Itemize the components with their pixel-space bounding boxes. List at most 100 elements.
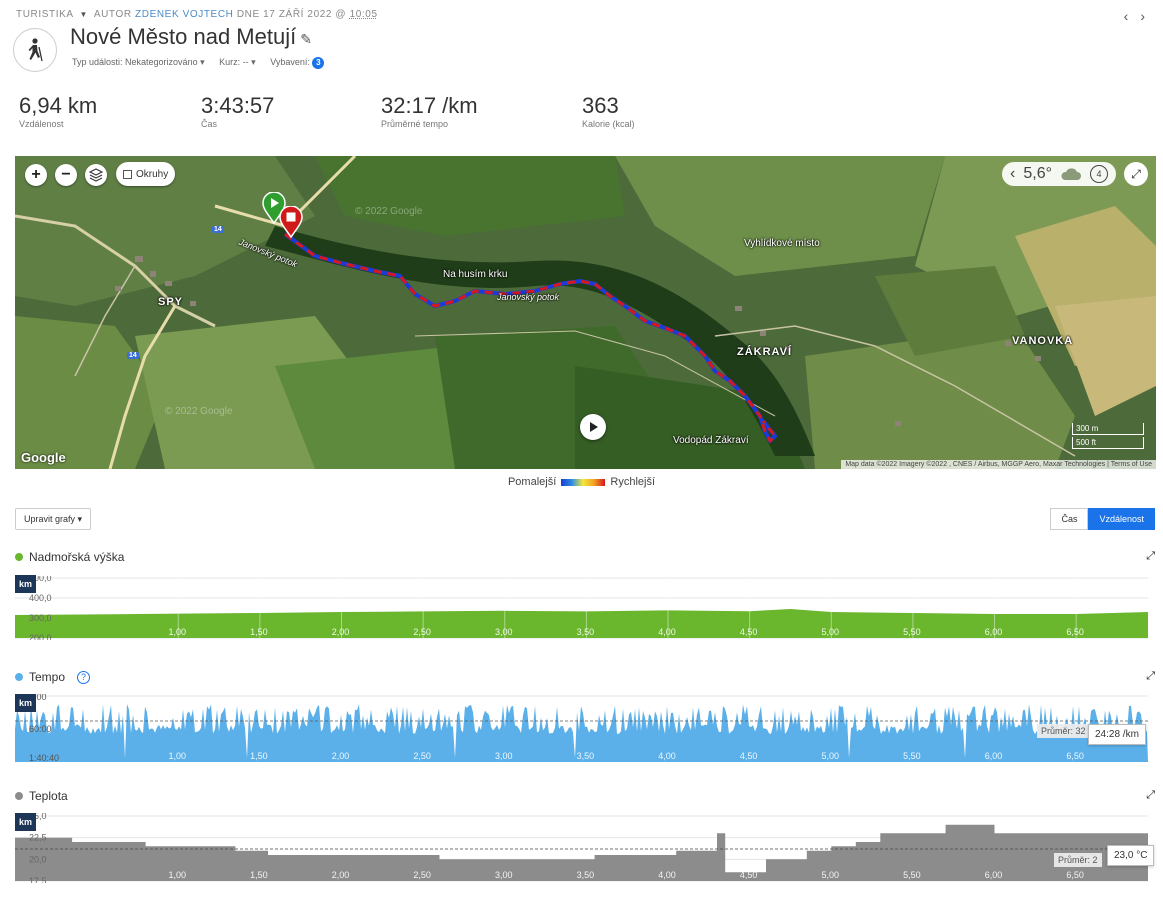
weather-chevron-icon[interactable]: ‹ bbox=[1010, 165, 1015, 183]
finish-marker-icon[interactable] bbox=[279, 206, 303, 238]
x-tick-label: 6,50 bbox=[1066, 627, 1084, 637]
axis-distance-button[interactable]: Vzdálenost bbox=[1088, 508, 1155, 530]
x-tick-label: 3,00 bbox=[495, 751, 513, 761]
x-tick-label: 1,50 bbox=[250, 870, 268, 880]
axis-toggle: Čas Vzdálenost bbox=[1050, 508, 1155, 530]
average-label: Průměr: 32 bbox=[1037, 724, 1090, 738]
elevation-chart: Nadmořská výška ⤢ 1,00 1,50 2,00 2,50 3,00 3,… bbox=[15, 548, 1155, 640]
x-tick-label: 5,50 bbox=[903, 751, 921, 761]
x-tick-label: 3,00 bbox=[495, 627, 513, 637]
elevation-plot[interactable]: 1,00 1,50 2,00 2,50 3,00 3,50 4,00 4,50 5,00 5,50… bbox=[15, 576, 1148, 640]
author-link[interactable]: ZDENEK VOJTECH bbox=[135, 9, 233, 20]
y-tick-label: 300,0 bbox=[29, 613, 52, 623]
x-tick-label: 1,50 bbox=[250, 751, 268, 761]
laps-label: Okruhy bbox=[136, 168, 169, 180]
stat-label: Kalorie (kcal) bbox=[582, 119, 635, 129]
map-label-spy: SPY bbox=[158, 296, 184, 308]
x-tick-label: 1,00 bbox=[168, 627, 186, 637]
chart-tooltip: 24:28 /km bbox=[1088, 724, 1146, 745]
author-prefix: AUTOR bbox=[93, 9, 132, 20]
map-fullscreen-button[interactable]: ⤢ bbox=[1124, 162, 1148, 186]
y-tick-label: 400,0 bbox=[29, 593, 52, 603]
map-watermark: © 2022 Google bbox=[355, 206, 423, 217]
help-icon[interactable]: ? bbox=[77, 670, 91, 684]
gear-link[interactable]: Vybavení: 3 bbox=[270, 57, 325, 69]
x-tick-label: 6,00 bbox=[985, 627, 1003, 637]
gear-count-badge: 3 bbox=[312, 57, 325, 69]
google-logo: Google bbox=[21, 450, 66, 465]
edit-charts-button[interactable]: Upravit grafy ▾ bbox=[15, 508, 92, 530]
edit-pencil-icon[interactable]: ✎ bbox=[300, 31, 312, 47]
stat-value: 32:17 /km bbox=[381, 93, 478, 118]
activity-title[interactable]: Nové Město nad Metují ✎ bbox=[70, 24, 312, 50]
legend-dot bbox=[15, 553, 23, 561]
activity-page: TURISTIKA ▼ AUTOR ZDENEK VOJTECH DNE 17 … bbox=[0, 0, 1163, 900]
x-tick-label: 3,00 bbox=[495, 870, 513, 880]
y-tick-label: 60:00 bbox=[29, 724, 52, 734]
x-tick-label: 2,00 bbox=[332, 751, 350, 761]
zoom-out-button[interactable]: − bbox=[55, 164, 77, 186]
pace-plot[interactable]: 1,00 1,50 2,00 2,50 3,00 3,50 4,00 4,50 5,00 5,50… bbox=[15, 694, 1148, 764]
cloud-icon bbox=[1061, 168, 1081, 180]
x-tick-label: 1,00 bbox=[168, 751, 186, 761]
road-sign: 14 bbox=[212, 226, 224, 233]
laps-toggle[interactable]: Okruhy bbox=[116, 162, 176, 186]
x-tick-label: 6,00 bbox=[985, 870, 1003, 880]
x-tick-label: 4,50 bbox=[740, 870, 758, 880]
pace-chart: Tempo ? ⤢ 1,00 1,50 2,00 2,50 3,00 3,50 4,00 4,… bbox=[15, 668, 1155, 768]
zoom-in-button[interactable]: + bbox=[25, 164, 47, 186]
x-tick-label: 6,00 bbox=[985, 751, 1003, 761]
x-tick-label: 3,50 bbox=[577, 751, 595, 761]
map-label-stream: Janovský potok bbox=[497, 292, 560, 302]
x-tick-label: 2,50 bbox=[413, 627, 431, 637]
laps-checkbox[interactable] bbox=[123, 169, 132, 179]
x-tick-label: 2,50 bbox=[413, 870, 431, 880]
x-tick-label: 6,50 bbox=[1066, 751, 1084, 761]
x-tick-label: 4,00 bbox=[658, 627, 676, 637]
map-attribution[interactable]: Map data ©2022 Imagery ©2022 , CNES / Ai… bbox=[841, 460, 1156, 469]
x-tick-label: 5,00 bbox=[822, 751, 840, 761]
x-tick-label: 5,00 bbox=[822, 627, 840, 637]
weather-widget[interactable]: ‹ 5,6° 4 bbox=[1002, 162, 1116, 186]
stat-label: Vzdálenost bbox=[19, 119, 64, 129]
x-tick-label: 5,00 bbox=[822, 870, 840, 880]
expand-chart-icon[interactable]: ⤢ bbox=[1146, 670, 1155, 683]
x-tick-label: 1,50 bbox=[250, 627, 268, 637]
next-activity-icon[interactable]: › bbox=[1140, 8, 1145, 24]
x-tick-label: 3,50 bbox=[577, 627, 595, 637]
chart-header: Nadmořská výška ⤢ bbox=[15, 548, 1155, 566]
temperature-plot[interactable]: 1,00 1,50 2,00 2,50 3,00 3,50 4,00 4,50 5,00 5,50… bbox=[15, 813, 1148, 883]
x-unit-tag: km bbox=[15, 575, 36, 593]
road-sign: 14 bbox=[127, 352, 139, 359]
gear-label: Vybavení: bbox=[270, 57, 310, 67]
x-tick-label: 4,00 bbox=[658, 870, 676, 880]
event-type-dropdown[interactable]: Typ události: Nekategorizováno ▾ bbox=[72, 57, 205, 67]
prev-activity-icon[interactable]: ‹ bbox=[1124, 8, 1129, 24]
expand-chart-icon[interactable]: ⤢ bbox=[1146, 789, 1155, 802]
chart-title: Teplota bbox=[29, 789, 68, 803]
legend-fast: Rychlejší bbox=[610, 476, 656, 488]
activity-nav: ‹ › bbox=[1112, 8, 1145, 24]
course-dropdown[interactable]: Kurz: -- ▾ bbox=[219, 57, 256, 67]
route-play-button[interactable] bbox=[580, 414, 606, 440]
speed-legend: Pomalejší Rychlejší bbox=[0, 476, 1163, 488]
x-tick-label: 3,50 bbox=[577, 870, 595, 880]
y-tick-label: 200,0 bbox=[29, 633, 52, 640]
hiking-icon[interactable] bbox=[13, 28, 57, 72]
expand-chart-icon[interactable]: ⤢ bbox=[1146, 550, 1155, 563]
scale-feet: 500 ft bbox=[1072, 437, 1144, 449]
stat-time: 3:43:57 Čas bbox=[201, 93, 274, 129]
route-map[interactable]: + − Okruhy ‹ 5,6° 4 ⤢ 14 14 SPY Janovský… bbox=[15, 156, 1156, 469]
axis-time-button[interactable]: Čas bbox=[1050, 508, 1089, 530]
category-label[interactable]: TURISTIKA bbox=[16, 9, 73, 20]
stat-value: 6,94 km bbox=[19, 93, 98, 118]
x-tick-label: 6,50 bbox=[1066, 870, 1084, 880]
scale-meters: 300 m bbox=[1072, 423, 1144, 435]
date-text: DNE 17 ZÁŘÍ 2022 @ bbox=[236, 9, 347, 20]
category-dropdown-icon[interactable]: ▼ bbox=[79, 10, 88, 19]
time-text: 10:05 bbox=[349, 9, 378, 20]
x-tick-label: 5,50 bbox=[903, 627, 921, 637]
layers-button[interactable] bbox=[85, 164, 107, 186]
chart-title: Nadmořská výška bbox=[29, 550, 125, 564]
layers-icon bbox=[89, 168, 103, 182]
